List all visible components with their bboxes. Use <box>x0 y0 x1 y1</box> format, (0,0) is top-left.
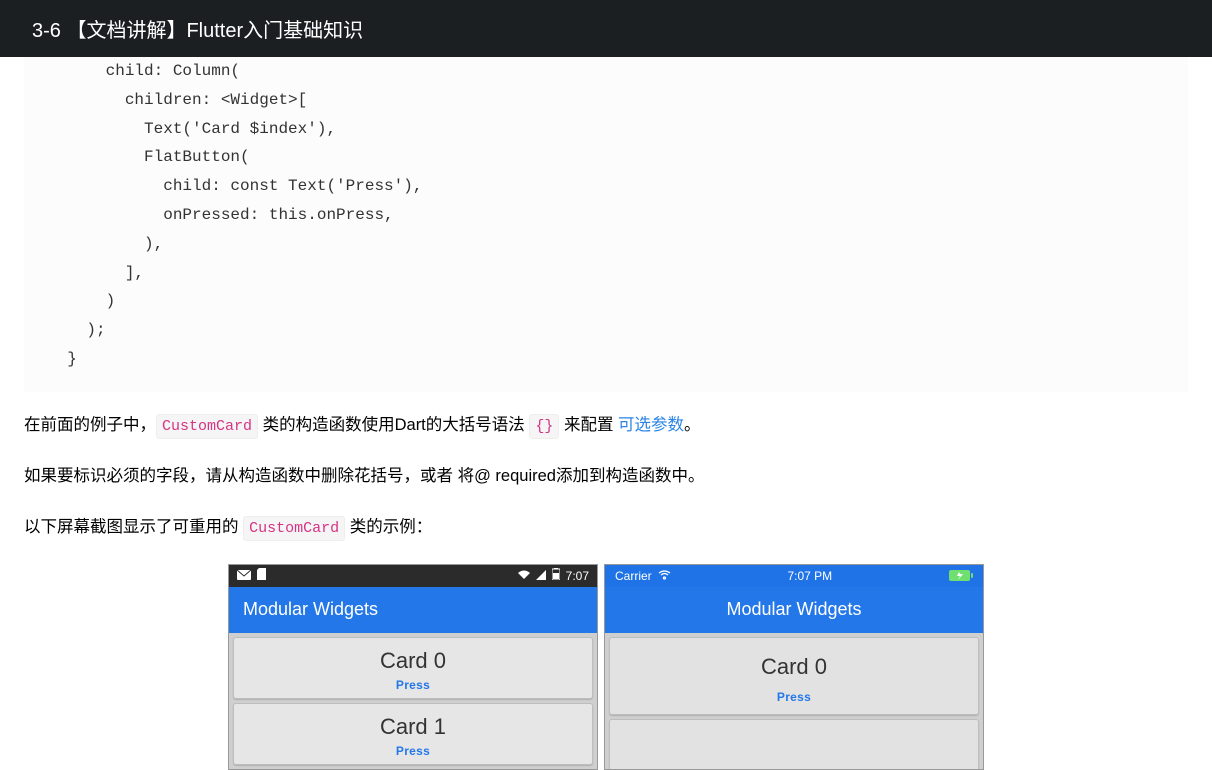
inline-code-braces: {} <box>529 414 559 439</box>
text: 类的示例： <box>345 518 432 536</box>
press-button[interactable]: Press <box>234 744 592 758</box>
battery-icon <box>949 570 973 581</box>
inline-code-customcard: CustomCard <box>156 414 258 439</box>
code-line: ), <box>48 235 163 253</box>
app-bar-title: Modular Widgets <box>726 599 861 620</box>
signal-icon <box>536 569 546 583</box>
status-time: 7:07 PM <box>787 569 832 583</box>
prose: 在前面的例子中，CustomCard 类的构造函数使用Dart的大括号语法 {}… <box>24 392 1188 544</box>
code-line: child: Column( <box>48 62 240 80</box>
paragraph-3: 以下屏幕截图显示了可重用的 CustomCard 类的示例： <box>24 512 1188 543</box>
paragraph-2: 如果要标识必须的字段，请从构造函数中删除花括号，或者 将@ required添加… <box>24 461 1188 492</box>
page-header: 3-6 【文档讲解】Flutter入门基础知识 <box>0 0 1212 57</box>
android-status-bar: 7:07 <box>229 565 597 587</box>
android-app-bar: Modular Widgets <box>229 587 597 633</box>
android-phone-mock: 7:07 Modular Widgets Card 0 Press Card 1… <box>228 564 598 770</box>
ios-app-bar: Modular Widgets <box>605 587 983 633</box>
mail-icon <box>237 569 251 583</box>
optional-params-link[interactable]: 可选参数 <box>618 416 684 434</box>
card-title: Card 0 <box>610 654 978 680</box>
code-line: child: const Text('Press'), <box>48 177 422 195</box>
status-time: 7:07 <box>566 569 589 583</box>
ios-phone-mock: Carrier 7:07 PM Modular Widgets Card 0 <box>604 564 984 770</box>
wifi-icon <box>518 569 530 583</box>
card-title: Card 1 <box>234 714 592 740</box>
code-line: ) <box>48 292 115 310</box>
android-card-0: Card 0 Press <box>233 637 593 699</box>
card-title: Card 0 <box>234 648 592 674</box>
text: 来配置 <box>559 416 618 434</box>
wifi-icon <box>658 569 671 583</box>
ios-card-1-partial <box>609 719 979 770</box>
code-line: Text('Card $index'), <box>48 120 336 138</box>
text: 在前面的例子中， <box>24 416 156 434</box>
press-button[interactable]: Press <box>610 690 978 704</box>
article-body: child: Column( children: <Widget>[ Text(… <box>0 57 1212 770</box>
text: 。 <box>684 416 701 434</box>
app-bar-title: Modular Widgets <box>243 599 378 620</box>
code-line: onPressed: this.onPress, <box>48 206 394 224</box>
press-button[interactable]: Press <box>234 678 592 692</box>
code-line: } <box>48 350 77 368</box>
carrier-label: Carrier <box>615 569 652 583</box>
battery-icon <box>552 568 560 583</box>
text: 类的构造函数使用Dart的大括号语法 <box>258 416 529 434</box>
sim-icon <box>257 568 266 583</box>
code-line: ], <box>48 264 144 282</box>
android-card-1: Card 1 Press <box>233 703 593 765</box>
code-line: children: <Widget>[ <box>48 91 307 109</box>
code-line: FlatButton( <box>48 148 250 166</box>
code-line: ); <box>48 321 106 339</box>
ios-card-0: Card 0 Press <box>609 637 979 715</box>
screenshots-row: 7:07 Modular Widgets Card 0 Press Card 1… <box>24 564 1188 770</box>
code-block: child: Column( children: <Widget>[ Text(… <box>24 57 1188 392</box>
text: 以下屏幕截图显示了可重用的 <box>24 518 243 536</box>
paragraph-1: 在前面的例子中，CustomCard 类的构造函数使用Dart的大括号语法 {}… <box>24 410 1188 441</box>
page-title: 3-6 【文档讲解】Flutter入门基础知识 <box>32 20 363 42</box>
inline-code-customcard-2: CustomCard <box>243 516 345 541</box>
ios-status-bar: Carrier 7:07 PM <box>605 565 983 587</box>
